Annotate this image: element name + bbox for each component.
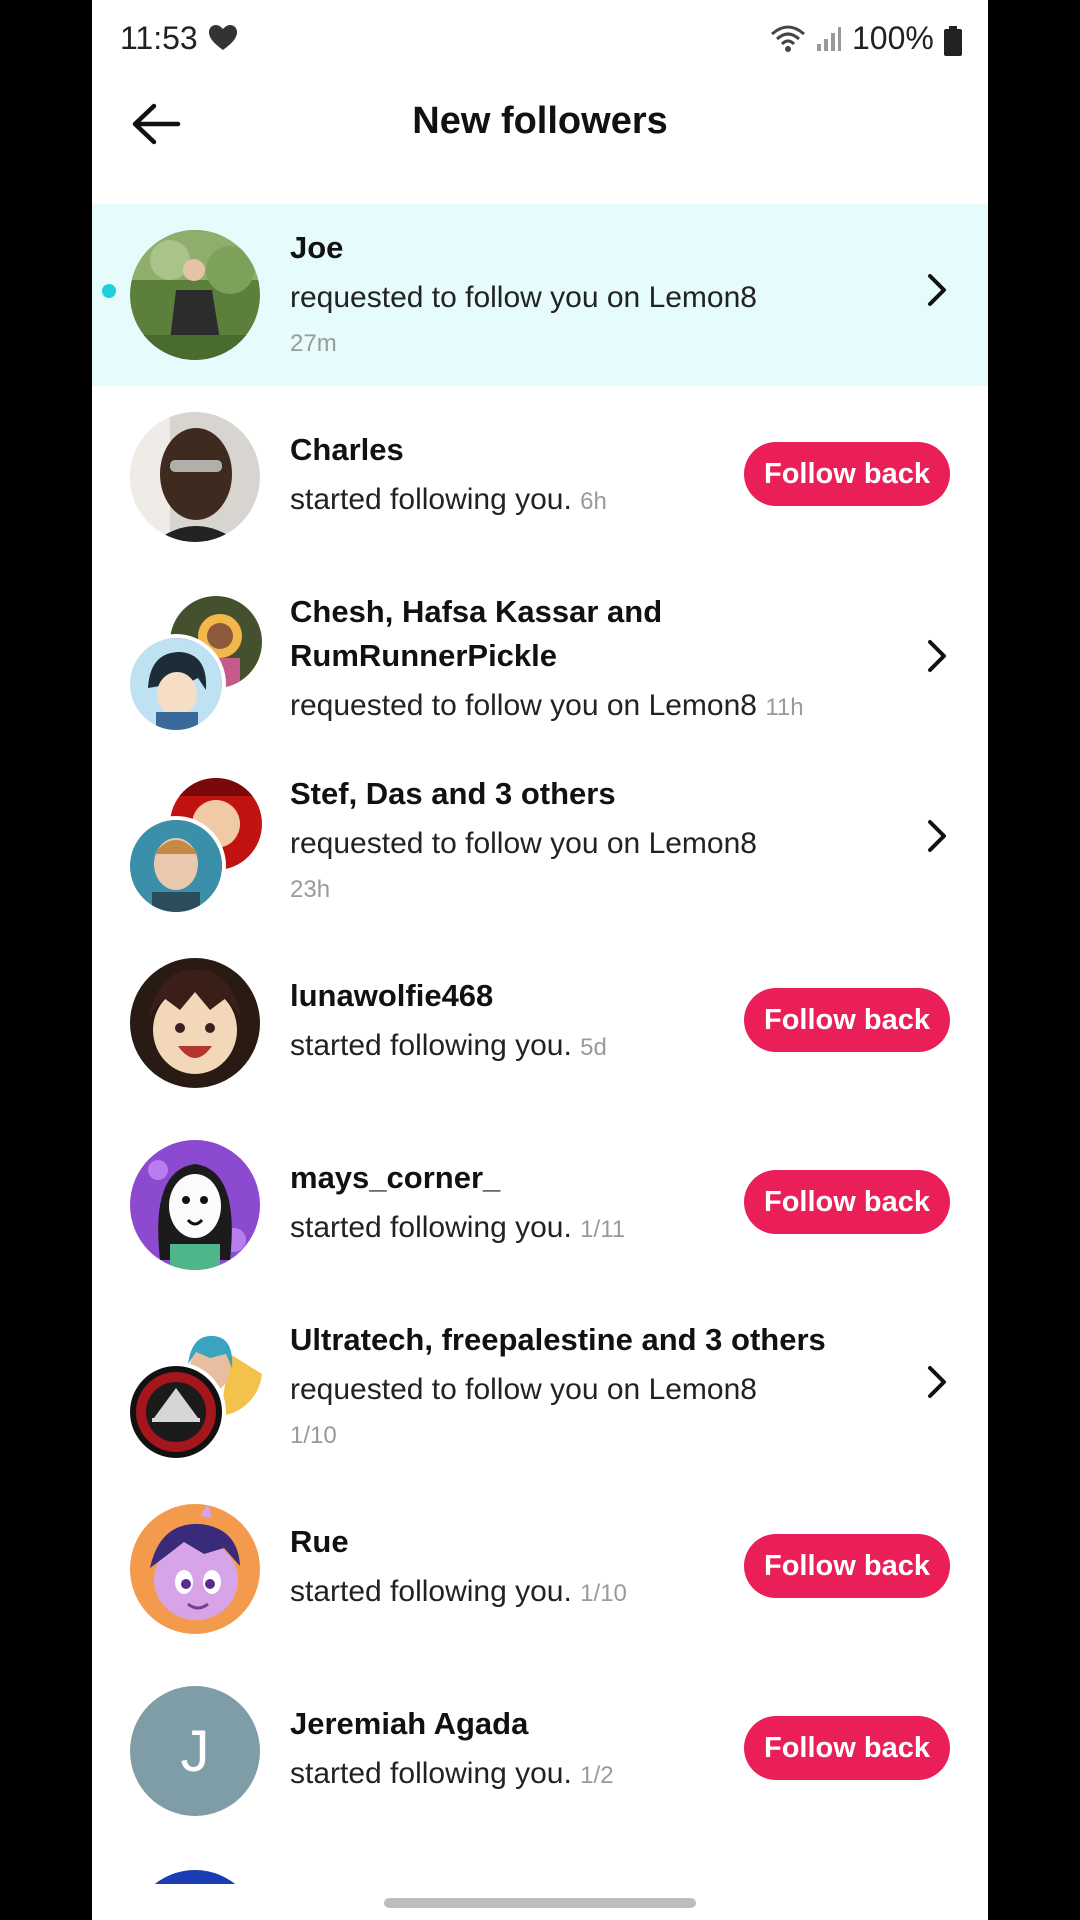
activity-text: requested to follow you on Lemon8 11h — [290, 684, 804, 730]
follower-name: Joe — [290, 230, 344, 265]
avatar — [126, 816, 226, 916]
follow-back-button[interactable]: Follow back — [744, 988, 950, 1052]
name-line-2: RumRunnerPickle — [290, 638, 558, 673]
timestamp: 1/11 — [580, 1216, 626, 1243]
timestamp: 23h — [290, 876, 331, 903]
avatar: J — [130, 1686, 260, 1816]
home-indicator[interactable] — [384, 1898, 696, 1908]
avatar-initial: J — [180, 1718, 210, 1784]
avatar — [130, 1504, 260, 1634]
unread-dot — [102, 284, 116, 298]
activity-text: requested to follow you on Lemon8 — [290, 281, 757, 314]
chevron-right-icon[interactable] — [922, 636, 952, 676]
timestamp: 1/2 — [580, 1762, 614, 1789]
activity-text: requested to follow you on Lemon8 — [290, 827, 757, 860]
avatar — [130, 958, 260, 1088]
list-item[interactable]: Ultratech, freepalestine and 3 others re… — [92, 1296, 988, 1478]
heart-icon — [209, 25, 237, 50]
activity-label: started following you. — [290, 1029, 572, 1062]
status-time: 11:53 — [120, 20, 198, 56]
list-item[interactable]: J Jeremiah Agada started following you. … — [92, 1660, 988, 1842]
follow-back-button[interactable]: Follow back — [744, 1716, 950, 1780]
follower-names: Stef, Das and 3 others — [290, 776, 616, 811]
activity-label: started following you. — [290, 1575, 572, 1608]
follower-names: Ultratech, freepalestine and 3 others — [290, 1322, 826, 1357]
list-item[interactable]: Stef, Das and 3 others requested to foll… — [92, 750, 988, 932]
list-item[interactable]: Joe requested to follow you on Lemon8 27… — [92, 204, 988, 386]
list-item[interactable]: mays_corner_ started following you. 1/11… — [92, 1114, 988, 1296]
list-item[interactable]: Charles started following you. 6h Follow… — [92, 386, 988, 568]
timestamp: 1/10 — [290, 1422, 337, 1449]
activity-text: started following you. 5d — [290, 1024, 607, 1070]
avatar — [130, 412, 260, 542]
name-line-1: Chesh, Hafsa Kassar and — [290, 594, 663, 629]
list-item[interactable]: Rue started following you. 1/10 Follow b… — [92, 1478, 988, 1660]
list-item[interactable]: lunawolfie468 started following you. 5d … — [92, 932, 988, 1114]
battery-percent: 100% — [852, 20, 934, 56]
page-title: New followers — [412, 100, 668, 142]
activity-text: started following you. 1/10 — [290, 1570, 627, 1616]
timestamp: 27m — [290, 330, 337, 357]
header: New followers — [92, 80, 988, 170]
follower-name: Rue — [290, 1524, 349, 1559]
avatar — [126, 634, 226, 734]
signal-icon — [817, 27, 841, 51]
activity-label: started following you. — [290, 483, 572, 516]
avatar — [126, 1362, 226, 1462]
screen: 11:53 100% New followers Joe requested t… — [92, 0, 988, 1920]
follower-names: Chesh, Hafsa Kassar and RumRunnerPickle — [290, 590, 662, 678]
follow-back-button[interactable]: Follow back — [744, 1534, 950, 1598]
chevron-right-icon[interactable] — [922, 270, 952, 310]
timestamp: 11h — [765, 694, 804, 721]
battery-icon — [944, 26, 962, 56]
follower-name: lunawolfie468 — [290, 978, 494, 1013]
activity-label: started following you. — [290, 1211, 572, 1244]
list-item[interactable]: Chesh, Hafsa Kassar and RumRunnerPickle … — [92, 568, 988, 750]
follower-name: Charles — [290, 432, 404, 467]
activity-label: started following you. — [290, 1757, 572, 1790]
follow-back-button[interactable]: Follow back — [744, 1170, 950, 1234]
follower-name: mays_corner_ — [290, 1160, 501, 1195]
follow-back-button[interactable]: Follow back — [744, 442, 950, 506]
status-bar: 11:53 100% — [92, 0, 988, 80]
chevron-right-icon[interactable] — [922, 1362, 952, 1402]
avatar — [130, 230, 260, 360]
chevron-right-icon[interactable] — [922, 816, 952, 856]
timestamp: 6h — [580, 488, 607, 515]
activity-label: requested to follow you on Lemon8 — [290, 689, 757, 722]
wifi-icon — [771, 25, 805, 52]
timestamp: 5d — [580, 1034, 607, 1061]
activity-text: requested to follow you on Lemon8 — [290, 1373, 757, 1406]
activity-text: started following you. 1/2 — [290, 1752, 614, 1798]
avatar — [130, 1140, 260, 1270]
follower-name: Jeremiah Agada — [290, 1706, 529, 1741]
timestamp: 1/10 — [580, 1580, 627, 1607]
activity-text: started following you. 6h — [290, 478, 607, 524]
activity-text: started following you. 1/11 — [290, 1206, 625, 1252]
